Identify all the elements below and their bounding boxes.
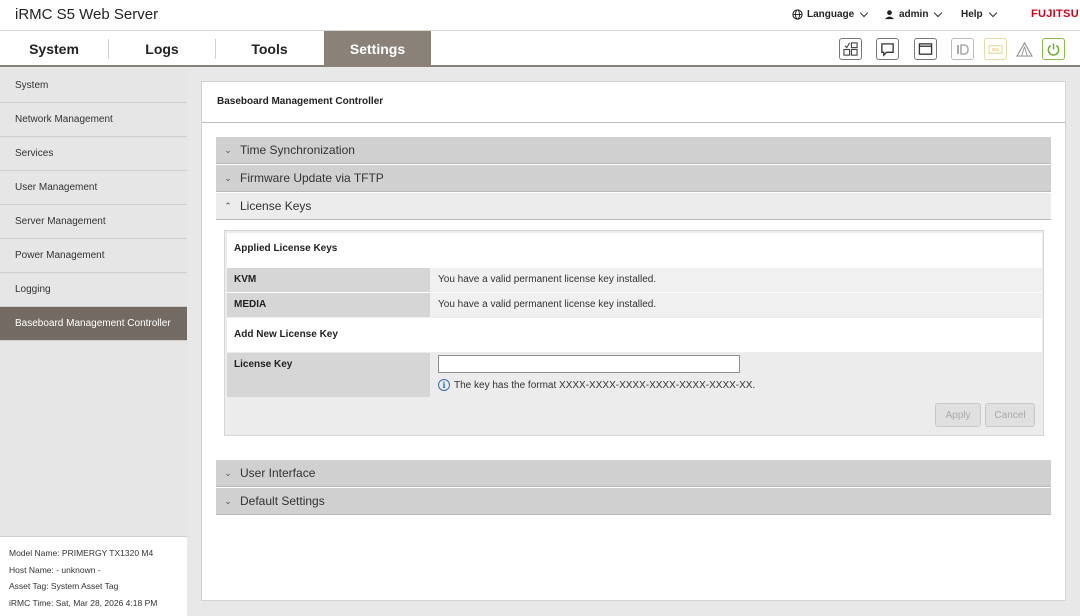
sidebar-item-user-management[interactable]: User Management (0, 171, 187, 205)
tab-tools[interactable]: Tools (216, 31, 323, 67)
add-key-header (227, 318, 1042, 352)
help-menu[interactable]: Help (961, 8, 997, 20)
asset-tag: Asset Tag: System Asset Tag (9, 581, 119, 591)
chevron-down-icon (988, 8, 997, 18)
sidebar-item-system[interactable]: System (0, 69, 187, 103)
sidebar: System Network Management Services User … (0, 69, 187, 536)
brand-logo: FUJITSU (1031, 8, 1079, 20)
warning-button[interactable] (1013, 38, 1036, 60)
license-name-kvm: KVM (227, 268, 430, 292)
user-menu[interactable]: admin (884, 8, 943, 20)
sidebar-item-services[interactable]: Services (0, 137, 187, 171)
main-nav: System Logs Tools Settings (0, 31, 1080, 67)
warning-icon (1016, 41, 1033, 57)
id-icon (956, 43, 969, 55)
section-default-settings[interactable]: ⌄ Default Settings (216, 488, 1051, 515)
host-name: Host Name: - unknown - (9, 564, 101, 575)
title-divider (202, 122, 1065, 123)
license-key-label: License Key (227, 353, 430, 397)
chevron-up-icon: ⌃ (224, 200, 232, 211)
section-user-interface[interactable]: ⌄ User Interface (216, 460, 1051, 487)
section-time-synchronization[interactable]: ⌄ Time Synchronization (216, 137, 1051, 164)
irmc-time: iRMC Time: Sat, Mar 28, 2026 4:18 PM (9, 597, 158, 608)
hint-text: The key has the format XXXX-XXXX-XXXX-XX… (454, 379, 756, 391)
section-firmware-update[interactable]: ⌄ Firmware Update via TFTP (216, 165, 1051, 192)
section-label: Default Settings (240, 494, 325, 508)
section-license-keys[interactable]: ⌃ License Keys (216, 193, 1051, 220)
power-icon (1047, 42, 1060, 56)
chevron-down-icon: ⌄ (224, 495, 232, 506)
apply-button[interactable]: Apply (935, 403, 981, 427)
tab-logs[interactable]: Logs (109, 31, 215, 67)
chat-icon (881, 42, 894, 57)
chevron-down-icon (934, 8, 943, 18)
language-menu[interactable]: Language (792, 8, 869, 20)
user-label: admin (899, 9, 929, 20)
license-key-hint: i The key has the format XXXX-XXXX-XXXX-… (438, 379, 755, 391)
sidebar-item-bmc[interactable]: Baseboard Management Controller (0, 307, 187, 341)
globe-icon (792, 9, 803, 20)
power-button[interactable] (1042, 38, 1065, 60)
app-title: iRMC S5 Web Server (15, 6, 159, 23)
dashboard-button[interactable] (839, 38, 862, 60)
led-status-button[interactable] (984, 38, 1007, 60)
license-status-media: You have a valid permanent license key i… (430, 293, 1042, 317)
license-status-kvm: You have a valid permanent license key i… (430, 268, 1042, 292)
applied-keys-title: Applied License Keys (234, 243, 338, 254)
tab-settings[interactable]: Settings (324, 31, 431, 67)
sidebar-item-server-management[interactable]: Server Management (0, 205, 187, 239)
id-led-button[interactable] (951, 38, 974, 60)
chevron-down-icon (859, 8, 869, 18)
console-button[interactable] (914, 38, 937, 60)
dashboard-icon (843, 41, 858, 56)
chevron-down-icon: ⌄ (224, 144, 232, 155)
page-title: Baseboard Management Controller (217, 96, 384, 107)
language-label: Language (807, 9, 855, 20)
info-icon: i (438, 379, 450, 391)
license-key-input[interactable] (438, 355, 740, 373)
section-label: User Interface (240, 466, 316, 480)
section-label: Time Synchronization (240, 143, 355, 157)
section-label: License Keys (240, 199, 312, 213)
user-icon (884, 10, 895, 20)
sidebar-item-power-management[interactable]: Power Management (0, 239, 187, 273)
sidebar-item-network-management[interactable]: Network Management (0, 103, 187, 137)
top-header: iRMC S5 Web Server Language admin Help F… (0, 0, 1080, 31)
help-label: Help (961, 9, 983, 20)
tab-system[interactable]: System (0, 31, 108, 67)
chevron-down-icon: ⌄ (224, 172, 232, 183)
section-label: Firmware Update via TFTP (240, 171, 384, 185)
add-key-title: Add New License Key (234, 329, 338, 340)
chat-button[interactable] (876, 38, 899, 60)
license-name-media: MEDIA (227, 293, 430, 317)
cancel-button[interactable]: Cancel (985, 403, 1035, 427)
sidebar-item-logging[interactable]: Logging (0, 273, 187, 307)
system-info: Model Name: PRIMERGY TX1320 M4 Host Name… (0, 536, 187, 616)
window-icon (918, 42, 933, 55)
chevron-down-icon: ⌄ (224, 467, 232, 478)
model-name: Model Name: PRIMERGY TX1320 M4 (9, 548, 154, 558)
led-icon (988, 44, 1003, 54)
